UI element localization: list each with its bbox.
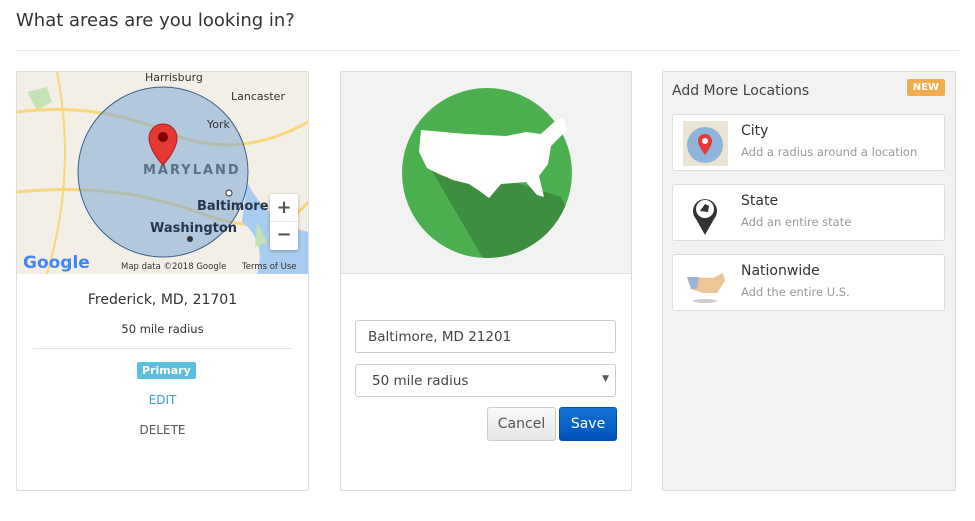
state-pin-icon <box>693 199 717 235</box>
map-label: Baltimore <box>197 199 269 214</box>
panel-title: Add More Locations <box>672 83 810 99</box>
nationwide-hero <box>341 72 631 274</box>
option-subtitle: Add the entire U.S. <box>741 285 850 299</box>
map-label: Washington <box>150 221 237 236</box>
option-subtitle: Add an entire state <box>741 215 852 229</box>
radius-select[interactable]: 50 mile radius ▼ <box>355 364 616 397</box>
current-location-card: Harrisburg Lancaster York MARYLAND Balti… <box>16 71 309 491</box>
option-title: State <box>741 193 779 209</box>
map-label: Lancaster <box>231 90 285 103</box>
add-more-locations-panel: Add More Locations NEW City Add a radius… <box>662 71 956 491</box>
map-label: York <box>206 118 231 131</box>
map-label: Harrisburg <box>145 72 203 84</box>
location-map[interactable]: Harrisburg Lancaster York MARYLAND Balti… <box>17 72 308 274</box>
zoom-in-button[interactable]: + <box>270 194 298 222</box>
edit-link[interactable]: EDIT <box>17 393 308 407</box>
map-image: Harrisburg Lancaster York MARYLAND Balti… <box>17 72 308 274</box>
map-label: MARYLAND <box>143 163 241 178</box>
delete-link[interactable]: DELETE <box>17 423 308 437</box>
us-map-circle-icon <box>402 88 572 258</box>
option-title: Nationwide <box>741 263 820 279</box>
chevron-down-icon: ▼ <box>602 374 609 384</box>
save-button[interactable]: Save <box>559 407 617 441</box>
zoom-controls: + − <box>270 194 298 250</box>
option-subtitle: Add a radius around a location <box>741 145 918 159</box>
new-badge: NEW <box>906 79 945 96</box>
location-radius: 50 mile radius <box>121 322 204 336</box>
primary-badge: Primary <box>137 362 196 379</box>
city-map-pin-icon <box>683 121 728 166</box>
radius-select-value: 50 mile radius <box>372 373 469 389</box>
option-city[interactable]: City Add a radius around a location <box>672 114 945 171</box>
new-location-card: Baltimore, MD 21201 50 mile radius ▼ Can… <box>340 71 632 491</box>
divider <box>16 50 959 51</box>
page-title: What areas are you looking in? <box>16 10 295 31</box>
terms-link[interactable]: Terms of Use <box>241 262 297 272</box>
zoom-out-button[interactable]: − <box>270 222 298 250</box>
location-input[interactable]: Baltimore, MD 21201 <box>355 320 616 353</box>
google-logo: Google <box>23 253 90 273</box>
option-state[interactable]: State Add an entire state <box>672 184 945 241</box>
map-attribution: Map data ©2018 Google <box>121 262 226 272</box>
location-address: Frederick, MD, 21701 <box>87 292 238 308</box>
divider <box>33 348 292 349</box>
us-map-icon <box>687 273 725 303</box>
option-nationwide[interactable]: Nationwide Add the entire U.S. <box>672 254 945 311</box>
option-title: City <box>741 123 769 139</box>
cancel-button[interactable]: Cancel <box>487 407 556 441</box>
